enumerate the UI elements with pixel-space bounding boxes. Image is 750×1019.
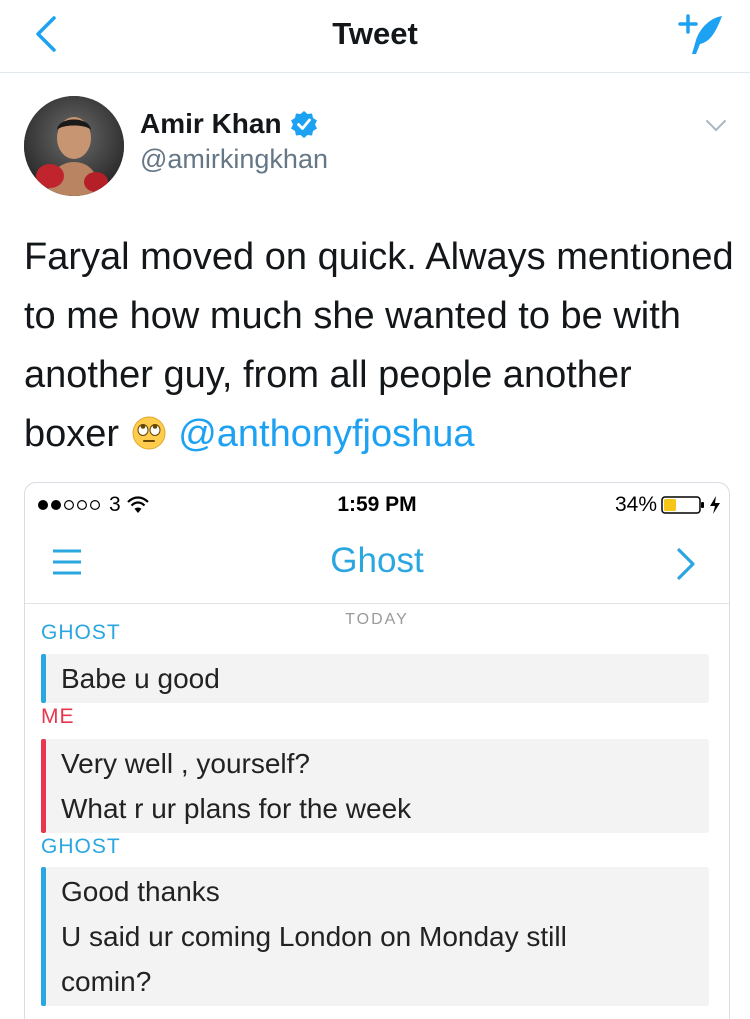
message-accent-bar — [41, 867, 46, 1006]
tweet-media-image[interactable]: 3 1:59 PM 34% Ghost TODAY GHOST Babe u g… — [24, 482, 730, 1019]
avatar[interactable] — [24, 96, 124, 196]
message-bubble: Very well , yourself? What r ur plans fo… — [41, 739, 709, 833]
battery-info: 34% — [615, 493, 721, 517]
author-name[interactable]: Amir Khan — [140, 108, 318, 140]
avatar-image — [24, 96, 124, 196]
message-line: Very well , yourself? — [61, 748, 310, 779]
message-accent-bar — [41, 654, 46, 703]
charging-bolt-icon — [710, 496, 720, 514]
message-bubble: Good thanks U said ur coming London on M… — [41, 867, 709, 1006]
message-line: What r ur plans for the week — [61, 793, 412, 824]
nav-bar: Tweet — [0, 0, 750, 73]
message-sender: GHOST — [41, 835, 121, 858]
message-sender: ME — [41, 705, 75, 728]
chevron-right-icon[interactable] — [675, 547, 697, 581]
message-line: comin? — [61, 966, 152, 997]
verified-badge-icon — [290, 111, 317, 138]
message-line: Good thanks — [61, 876, 220, 907]
message-sender: GHOST — [41, 621, 121, 644]
chat-header: Ghost — [25, 525, 729, 604]
author-name-text: Amir Khan — [140, 108, 282, 139]
compose-tweet-icon[interactable] — [676, 10, 726, 58]
chevron-down-icon[interactable] — [704, 118, 728, 134]
battery-icon — [661, 496, 704, 514]
page-title: Tweet — [332, 16, 418, 51]
tweet-text: Faryal moved on quick. Always mentioned … — [24, 228, 734, 464]
chat-title: Ghost — [330, 541, 424, 580]
phone-status-bar: 3 1:59 PM 34% — [25, 483, 729, 525]
day-separator: TODAY — [345, 611, 409, 628]
message-bubble: Babe u good — [41, 654, 709, 703]
author-handle[interactable]: @amirkingkhan — [140, 144, 328, 175]
message-line: U said ur coming London on Monday still — [61, 921, 567, 952]
mention-link[interactable]: @anthonyfjoshua — [178, 413, 474, 455]
face-with-rolling-eyes-icon — [132, 416, 166, 450]
message-accent-bar — [41, 739, 46, 833]
message-line: Babe u good — [61, 663, 220, 694]
battery-percent: 34% — [614, 493, 657, 516]
